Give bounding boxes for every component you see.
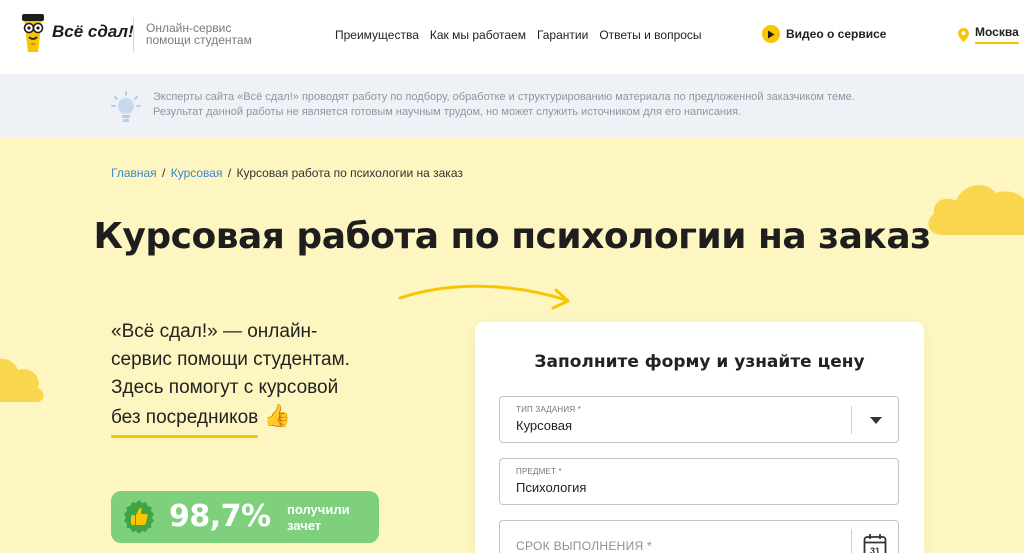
disclaimer-text: Эксперты сайта «Всё сдал!» проводят рабо… [153,90,913,120]
disclaimer-line-1: Эксперты сайта «Всё сдал!» проводят рабо… [153,91,855,103]
form-title: Заполните форму и узнайте цену [534,352,865,372]
breadcrumb: Главная / Курсовая / Курсовая работа по … [111,166,463,180]
lead-line: Здесь помогут с курсовой [111,377,339,398]
subject-field[interactable]: Предмет * Психология [499,458,899,505]
success-rate-value: 98,7% [169,499,271,534]
work-type-label: Тип задания * [516,405,582,414]
mascot-icon [22,14,44,52]
calendar-day: 31 [870,546,880,553]
nav-item-faq[interactable]: Ответы и вопросы [599,28,701,42]
arrow-icon [398,284,570,310]
subject-label: Предмет * [516,467,562,476]
lead-line: без посредников 👍 [111,402,411,438]
nav-item-how-we-work[interactable]: Как мы работаем [430,28,526,42]
lead-line: сервис помощи студентам. [111,349,350,370]
success-rate-label: получили зачет [287,502,350,533]
lightbulb-icon [111,91,141,122]
video-button-label: Видео о сервисе [786,27,887,41]
lead-highlight: без посредников [111,404,259,438]
logo-divider [133,18,134,52]
cloud-decoration [0,358,44,403]
nav-item-guarantees[interactable]: Гарантии [537,28,588,42]
deadline-placeholder: Срок выполнения * [516,539,653,553]
thumbs-up-icon [124,500,154,534]
lead-text: «Всё сдал!» — онлайн- сервис помощи студ… [111,318,411,438]
work-type-value: Курсовая [516,418,573,433]
order-form: Заполните форму и узнайте цену Тип задан… [475,322,924,553]
breadcrumb-separator: / [227,166,232,180]
breadcrumb-current: Курсовая работа по психологии на заказ [236,166,463,180]
logo-text: Всё сдал! [52,22,134,41]
calendar-divider [851,529,852,553]
video-button[interactable]: Видео о сервисе [762,25,886,43]
location-pin-icon [958,27,969,42]
breadcrumb-home[interactable]: Главная [111,166,157,180]
chevron-down-icon[interactable] [870,417,882,424]
breadcrumb-section[interactable]: Курсовая [171,166,223,180]
city-selector[interactable]: Москва [958,25,1019,44]
city-label: Москва [975,25,1019,44]
play-icon [762,25,780,43]
work-type-select[interactable]: Тип задания * Курсовая [499,396,899,443]
logo[interactable]: Всё сдал! [18,10,134,56]
thumbs-up-icon: 👍 [263,403,291,428]
nav-item-advantages[interactable]: Преимущества [335,28,419,42]
disclaimer-line-2: Результат данной работы не является гото… [153,106,742,118]
deadline-field[interactable]: Срок выполнения * 31 [499,520,899,553]
calendar-icon[interactable]: 31 [863,533,887,553]
subject-value: Психология [516,480,587,495]
main-nav: Преимущества Как мы работаем Гарантии От… [335,28,702,42]
select-divider [851,406,852,434]
breadcrumb-separator: / [162,166,166,180]
success-rate-badge: 98,7% получили зачет [111,491,379,543]
site-header: Всё сдал! Онлайн-сервис помощи студентам… [0,0,1024,74]
tagline: Онлайн-сервис помощи студентам [146,21,252,47]
lead-line: «Всё сдал!» — онлайн- [111,321,318,342]
disclaimer-notice: Эксперты сайта «Всё сдал!» проводят рабо… [0,74,1024,138]
page-title: Курсовая работа по психологии на заказ [93,216,931,257]
